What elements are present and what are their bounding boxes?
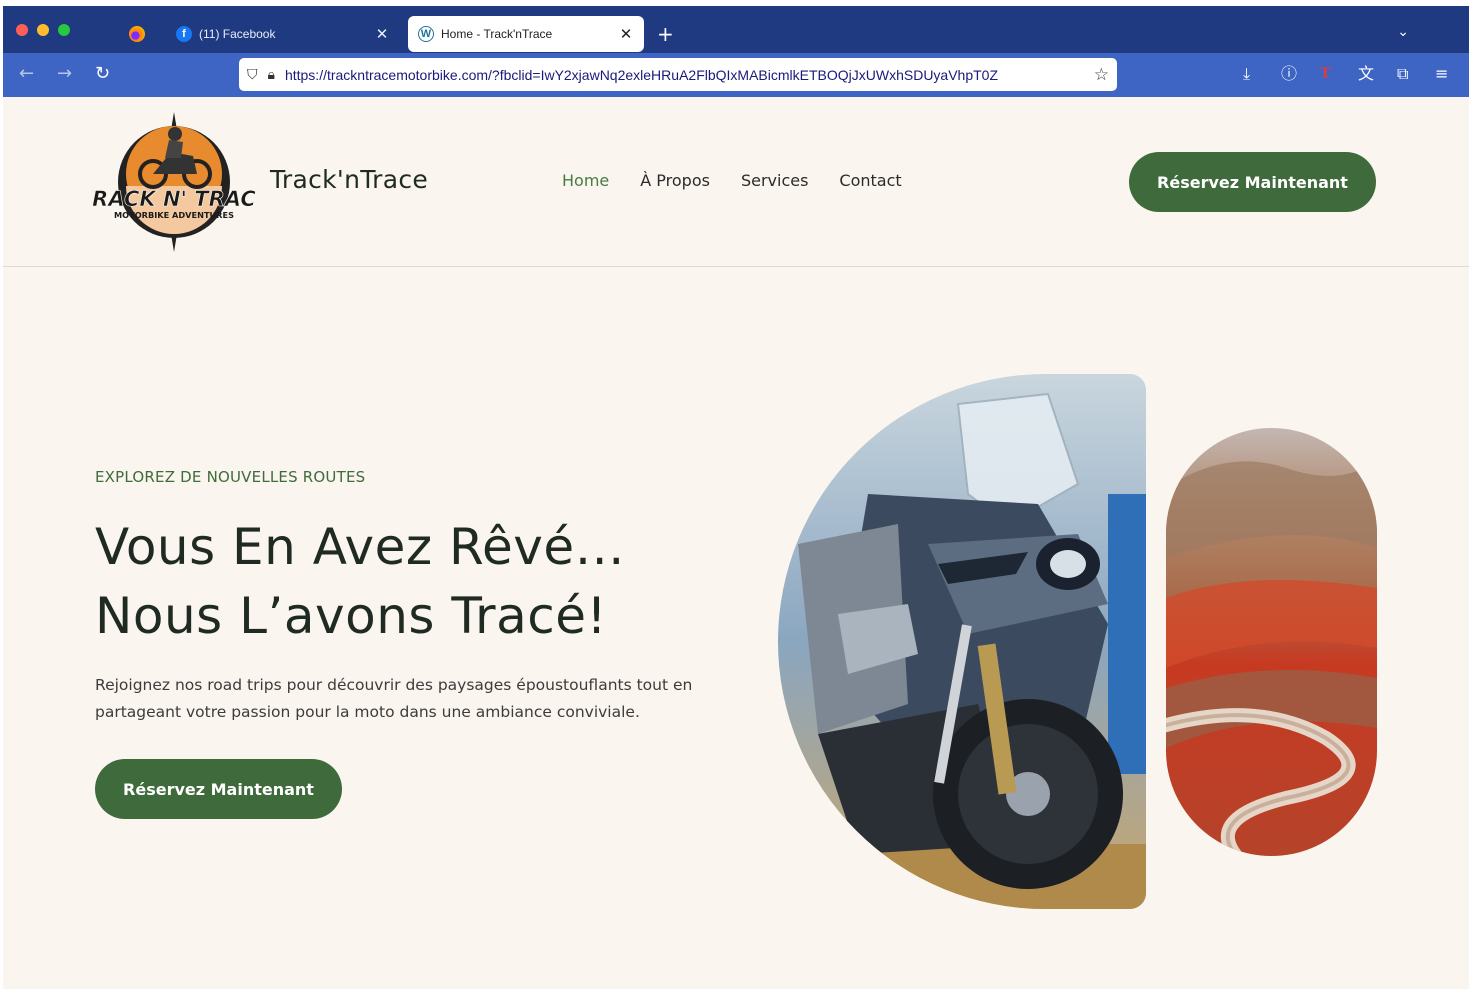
list-all-tabs-icon[interactable]: ⌄ [1397, 24, 1409, 40]
close-tab-icon[interactable]: ✕ [374, 25, 390, 43]
translate-icon[interactable]: 文 [1358, 64, 1374, 84]
motorcycle-image [778, 374, 1146, 909]
url-text[interactable]: https://trackntracemotorbike.com/?fbclid… [285, 67, 1086, 83]
tab-home-trackntrace[interactable]: W Home - Track'nTrace ✕ [408, 16, 644, 52]
track-n-trace-logo[interactable]: TRACK N' TRACE MOTORBIKE ADVENTURES [93, 112, 255, 252]
browser-toolbar: ← → ↻ ⛉ 🔒︎ https://trackntracemotorbike.… [3, 53, 1469, 97]
hero-eyebrow: EXPLOREZ DE NOUVELLES ROUTES [95, 468, 366, 486]
info-extension-icon[interactable]: ⓘ [1281, 64, 1297, 84]
logo-title: TRACK N' TRACE [93, 187, 255, 211]
shield-icon[interactable]: ⛉ [247, 67, 258, 83]
nav-a-propos[interactable]: À Propos [640, 171, 710, 190]
bookmark-star-icon[interactable]: ☆ [1094, 65, 1109, 85]
nav-services[interactable]: Services [741, 171, 808, 190]
desert-road-image [1166, 428, 1377, 856]
new-tab-button[interactable]: + [657, 24, 674, 44]
tab-label: Home - Track'nTrace [441, 27, 553, 41]
close-tab-icon[interactable]: ✕ [618, 25, 634, 43]
logo-subtitle: MOTORBIKE ADVENTURES [114, 210, 234, 220]
back-arrow-icon[interactable]: ← [19, 63, 34, 85]
forward-arrow-icon[interactable]: → [57, 63, 72, 85]
web-page: TRACK N' TRACE MOTORBIKE ADVENTURES Trac… [3, 97, 1469, 989]
hero-title-line-2: Nous L’avons Tracé! [95, 587, 608, 645]
header-reserve-button[interactable]: Réservez Maintenant [1129, 152, 1376, 212]
wordpress-icon: W [418, 26, 434, 42]
facebook-icon: f [176, 26, 192, 42]
lock-icon[interactable]: 🔒︎ [268, 67, 275, 83]
menu-hamburger-icon[interactable]: ≡ [1435, 64, 1448, 84]
hero-title-line-1: Vous En Avez Rêvé… [95, 518, 626, 576]
hero-description: Rejoignez nos road trips pour découvrir … [95, 676, 693, 721]
firefox-icon[interactable] [129, 26, 145, 42]
nav-contact[interactable]: Contact [839, 171, 901, 190]
address-bar[interactable]: ⛉ 🔒︎ https://trackntracemotorbike.com/?f… [239, 58, 1117, 91]
browser-tab-bar: f (11) Facebook ✕ W Home - Track'nTrace … [3, 6, 1469, 53]
reload-icon[interactable]: ↻ [95, 63, 110, 85]
hero-reserve-button[interactable]: Réservez Maintenant [95, 759, 342, 819]
nav-home[interactable]: Home [562, 171, 609, 190]
tab-label: (11) Facebook [199, 27, 276, 41]
tab-facebook[interactable]: f (11) Facebook ✕ [166, 15, 400, 53]
minimize-window-button[interactable] [37, 24, 49, 36]
close-window-button[interactable] [16, 24, 28, 36]
site-header: TRACK N' TRACE MOTORBIKE ADVENTURES Trac… [3, 97, 1469, 267]
zoom-window-button[interactable] [58, 24, 70, 36]
main-nav: Home À Propos Services Contact [562, 171, 902, 190]
downloads-icon[interactable]: ⤓ [1243, 64, 1250, 84]
extensions-puzzle-icon[interactable]: ⧉ [1397, 64, 1408, 84]
extension-t-icon[interactable]: T [1320, 64, 1331, 84]
site-brand-name[interactable]: Track'nTrace [270, 165, 428, 194]
hero-title: Vous En Avez Rêvé… Nous L’avons Tracé! [95, 513, 625, 651]
